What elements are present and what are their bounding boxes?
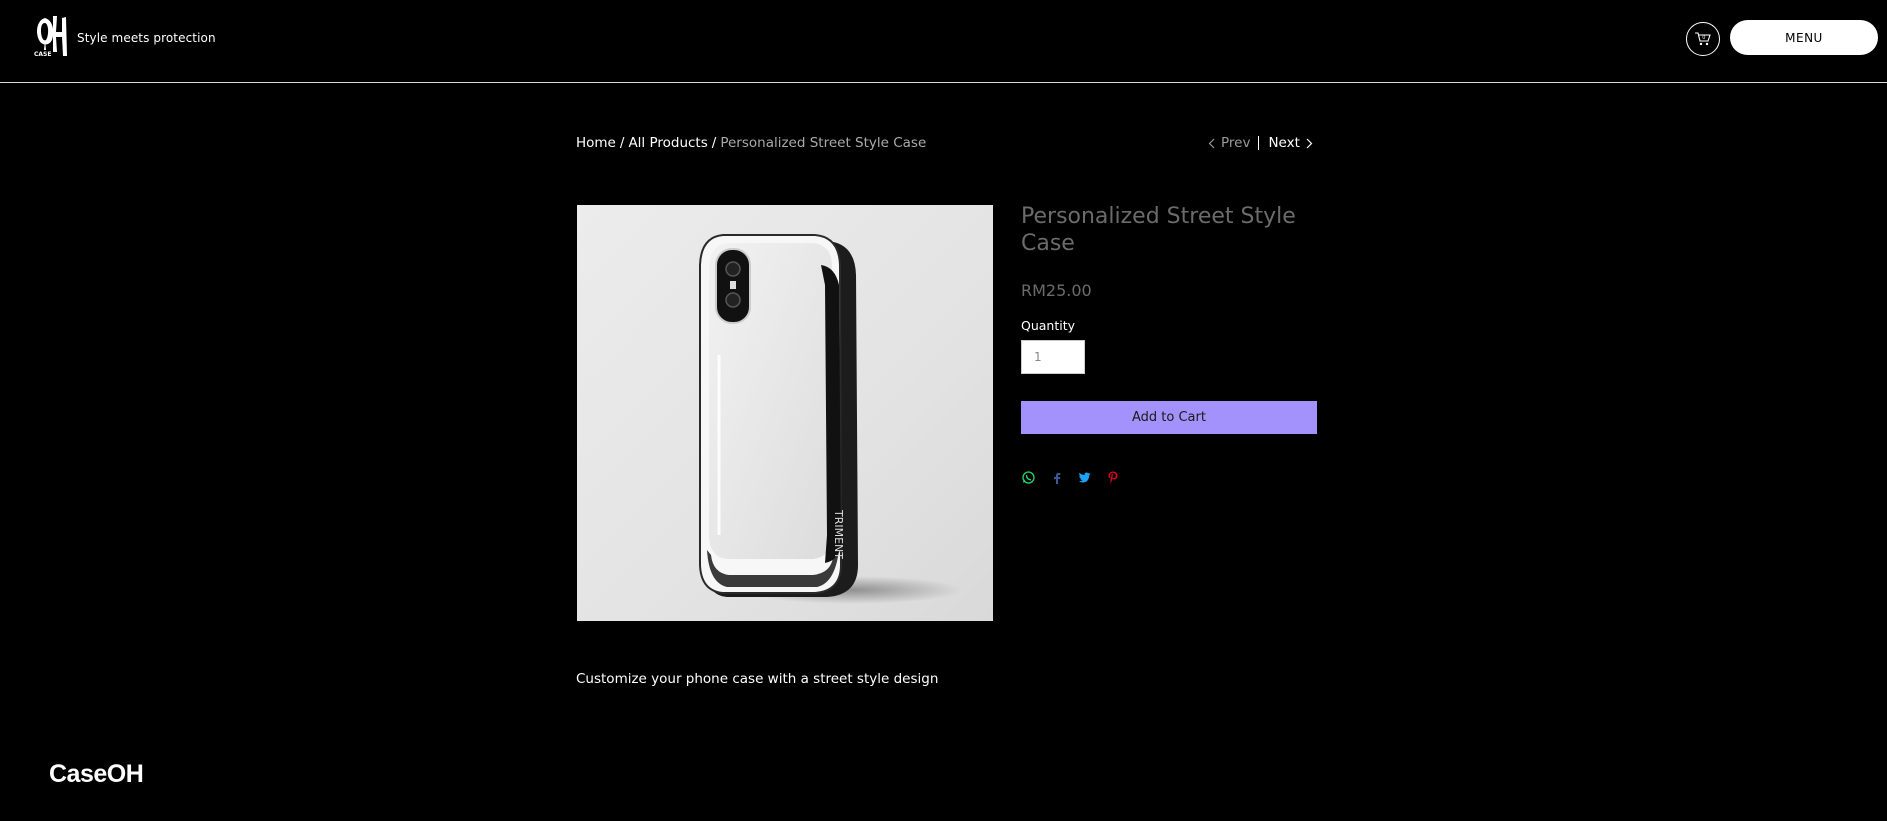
share-bar [1021, 470, 1120, 485]
next-label: Next [1268, 135, 1300, 151]
tagline: Style meets protection [77, 31, 216, 45]
prev-link[interactable]: Prev [1208, 135, 1250, 151]
cart-button[interactable]: 0 [1686, 22, 1720, 56]
product-description: Customize your phone case with a street … [576, 671, 939, 687]
menu-button[interactable]: MENU [1730, 20, 1878, 55]
breadcrumb-current: Personalized Street Style Case [720, 135, 927, 151]
pinterest-icon[interactable] [1105, 470, 1120, 485]
next-link[interactable]: Next [1268, 135, 1313, 151]
product-image[interactable]: TRIMENT [577, 205, 993, 621]
breadcrumb-separator: / [619, 135, 625, 151]
pager-divider [1258, 136, 1260, 150]
whatsapp-icon[interactable] [1021, 470, 1036, 485]
product-pager: Prev Next [1208, 135, 1313, 151]
footer-brand[interactable]: CaseOH [49, 760, 144, 789]
breadcrumb-home[interactable]: Home [576, 135, 616, 151]
site-header: CASE Style meets protection 0 MENU [0, 0, 1887, 83]
twitter-icon[interactable] [1077, 470, 1092, 485]
breadcrumb-all-products[interactable]: All Products [628, 135, 707, 151]
breadcrumb-separator: / [711, 135, 717, 151]
chevron-left-icon [1208, 138, 1215, 148]
logo[interactable]: CASE [33, 14, 71, 58]
product-title: Personalized Street Style Case [1021, 204, 1296, 256]
quantity-label: Quantity [1021, 318, 1076, 333]
product-price: RM25.00 [1021, 281, 1092, 300]
facebook-icon[interactable] [1049, 470, 1064, 485]
cart-count: 0 [1702, 35, 1705, 41]
cart-icon: 0 [1695, 32, 1711, 46]
logo-text: CASE [34, 51, 51, 58]
breadcrumb: Home / All Products / Personalized Stree… [576, 135, 926, 151]
chevron-right-icon [1306, 138, 1313, 148]
add-to-cart-button[interactable]: Add to Cart [1021, 401, 1317, 434]
prev-label: Prev [1221, 135, 1251, 151]
case-side-text: TRIMENT [832, 509, 845, 559]
quantity-input[interactable] [1021, 340, 1085, 374]
